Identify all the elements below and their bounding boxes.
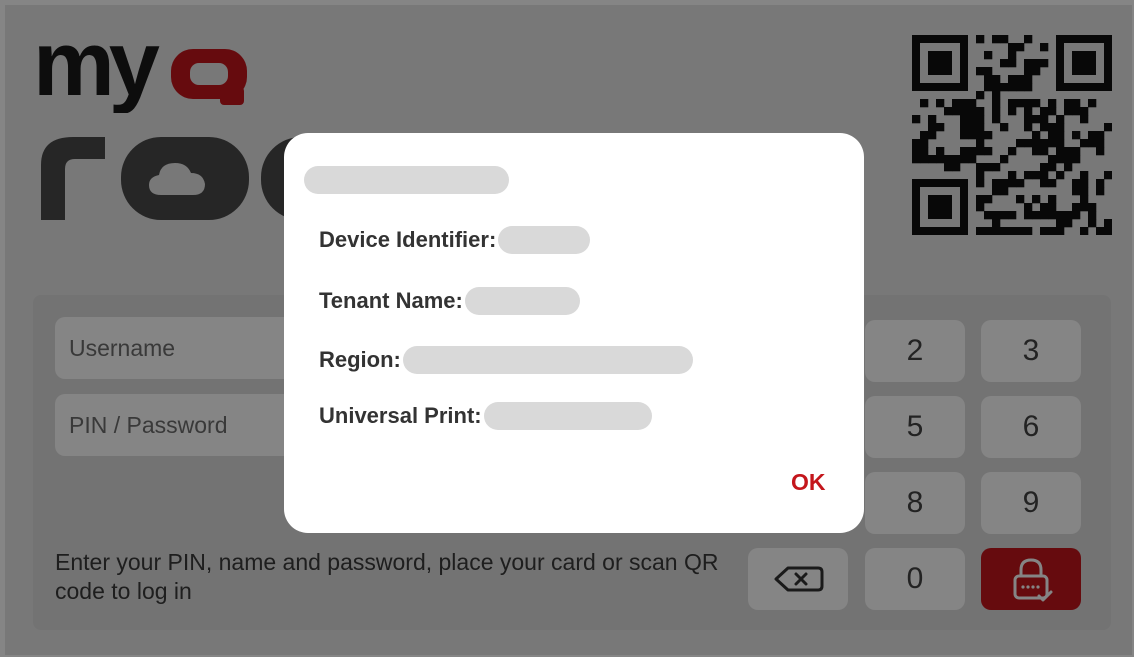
- universal-print-row: Universal Print:: [319, 401, 652, 431]
- tenant-name-row: Tenant Name:: [319, 286, 580, 316]
- region-value-redacted: [402, 346, 693, 374]
- dialog-title-redacted: [304, 166, 509, 194]
- device-info-dialog: Device Identifier: Tenant Name: Region: …: [284, 133, 864, 533]
- universal-print-value-redacted: [483, 402, 652, 430]
- tenant-name-label: Tenant Name:: [319, 288, 463, 313]
- device-identifier-label: Device Identifier:: [319, 227, 497, 252]
- device-identifier-row: Device Identifier:: [319, 225, 591, 255]
- ok-button[interactable]: OK: [791, 469, 826, 496]
- region-label: Region:: [319, 347, 401, 372]
- device-identifier-value-redacted: [498, 226, 591, 254]
- region-row: Region:: [319, 345, 693, 375]
- tenant-name-value-redacted: [464, 287, 580, 315]
- universal-print-label: Universal Print:: [319, 403, 482, 428]
